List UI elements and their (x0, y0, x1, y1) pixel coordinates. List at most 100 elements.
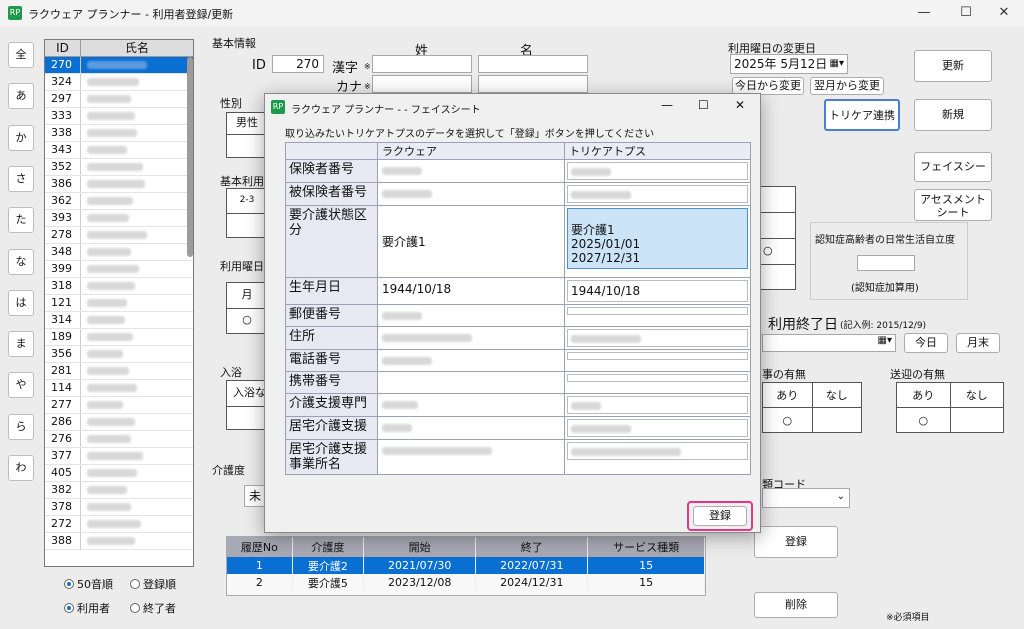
tricare-value-cell[interactable] (564, 393, 751, 417)
user-list-row[interactable]: 362 (45, 193, 193, 210)
code-select[interactable]: ⌄ (762, 488, 850, 508)
user-list-row[interactable]: 189 (45, 329, 193, 346)
basic-use-value[interactable]: 2-3 (227, 189, 267, 214)
meal-table[interactable]: あり なし ○ (762, 382, 862, 433)
name-column-header[interactable]: 氏名 (81, 40, 193, 56)
filter-user-radio[interactable]: 利用者 (64, 600, 110, 616)
kana-button[interactable]: は (8, 289, 34, 316)
maximize-button[interactable]: ☐ (946, 0, 986, 26)
dialog-close-button[interactable]: ✕ (735, 98, 745, 112)
sort-reg-radio[interactable]: 登録順 (130, 576, 176, 592)
kana-button[interactable]: や (8, 372, 34, 399)
user-list-row[interactable]: 286 (45, 414, 193, 431)
id-column-header[interactable]: ID (45, 40, 81, 56)
tricare-value-cell[interactable]: 要介護1 2025/01/01 2027/12/31 (564, 205, 751, 278)
history-row[interactable]: 1 要介護2 2021/07/30 2022/07/31 15 (227, 557, 705, 574)
kana-button[interactable]: 全 (8, 42, 34, 68)
kana-mei-field[interactable] (478, 75, 588, 93)
pickup-ari-mark[interactable]: ○ (896, 407, 951, 433)
assessment-sheet-button[interactable]: アセスメント シート (914, 189, 992, 221)
tricare-value[interactable] (567, 162, 748, 180)
user-list-row[interactable]: 281 (45, 363, 193, 380)
care-history-table[interactable]: 履歴No 介護度 開始 終了 サービス種類 1 要介護2 2021/07/30 2022/07… (226, 536, 706, 596)
meal-nashi-cell[interactable] (811, 407, 862, 433)
partial-mark[interactable]: ○ (761, 239, 795, 265)
register-button[interactable]: 登録 (754, 526, 838, 558)
user-list-row[interactable]: 356 (45, 346, 193, 363)
user-list-row[interactable]: 343 (45, 142, 193, 159)
kana-button[interactable]: ら (8, 413, 34, 440)
dialog-minimize-button[interactable]: — (661, 98, 673, 112)
tricare-value-cell[interactable] (564, 439, 751, 475)
basic-use-table[interactable]: 2-3 (226, 188, 268, 238)
delete-button[interactable]: 削除 (754, 592, 838, 618)
tricare-value[interactable] (567, 185, 748, 203)
kanji-sei-field[interactable] (372, 55, 472, 73)
user-list-row[interactable]: 270 (45, 57, 193, 74)
tricare-value[interactable]: 1944/10/18 (567, 280, 748, 302)
user-list-row[interactable]: 121 (45, 295, 193, 312)
new-button[interactable]: 新規 (914, 99, 992, 131)
tricare-value-cell[interactable] (564, 416, 751, 440)
kana-button[interactable]: さ (8, 165, 34, 192)
face-sheet-button[interactable]: フェイスシート (914, 152, 992, 201)
tricare-value-selected[interactable]: 要介護1 2025/01/01 2027/12/31 (567, 208, 748, 269)
kana-button[interactable]: わ (8, 455, 34, 481)
kana-button[interactable]: た (8, 207, 34, 234)
tricare-value-cell[interactable] (564, 326, 751, 350)
id-field[interactable]: 270 (272, 55, 324, 73)
tricare-value-cell[interactable]: 1944/10/18 (564, 277, 751, 305)
kana-sei-field[interactable] (372, 75, 472, 93)
user-list-row[interactable]: 405 (45, 465, 193, 482)
user-list-row[interactable]: 377 (45, 448, 193, 465)
tricare-value-cell[interactable] (564, 349, 751, 372)
tricare-value[interactable] (567, 329, 748, 347)
kanji-mei-field[interactable] (478, 55, 588, 73)
user-list-row[interactable]: 388 (45, 533, 193, 550)
chevron-down-icon[interactable]: ⌄ (837, 491, 845, 502)
user-list-row[interactable]: 399 (45, 261, 193, 278)
kana-button[interactable]: か (8, 124, 34, 151)
user-list-row[interactable]: 314 (45, 312, 193, 329)
close-button[interactable]: ✕ (984, 0, 1024, 26)
dialog-register-button[interactable]: 登録 (693, 506, 747, 526)
change-date-picker[interactable]: 2025年 5月12日 ▦▾ (730, 54, 848, 74)
user-list-row[interactable]: 386 (45, 176, 193, 193)
gender-male[interactable]: 男性 (227, 113, 267, 135)
next-month-change-button[interactable]: 翌月から変更 (810, 77, 884, 95)
gender-table[interactable]: 男性 (226, 112, 268, 158)
day-mon-mark[interactable]: ○ (227, 309, 267, 333)
user-list-row[interactable]: 114 (45, 380, 193, 397)
sort-kana-radio[interactable]: 50音順 (64, 576, 113, 592)
tricare-link-button[interactable]: トリケア連携 (824, 99, 900, 131)
days-table[interactable]: 月 ○ (226, 282, 268, 334)
kana-button[interactable]: あ (8, 83, 34, 110)
user-list-row[interactable]: 333 (45, 108, 193, 125)
today-button[interactable]: 今日 (904, 333, 948, 353)
bath-table[interactable]: 入浴な (226, 380, 268, 430)
update-button[interactable]: 更新 (914, 50, 992, 82)
user-list-row[interactable]: 378 (45, 499, 193, 516)
kana-button[interactable]: な (8, 248, 34, 275)
user-list-row[interactable]: 272 (45, 516, 193, 533)
user-list[interactable]: ID 氏名 270 324 297 333 338 343 352 386 362 393 278 3… (44, 39, 194, 567)
user-list-row[interactable]: 277 (45, 397, 193, 414)
calendar-icon[interactable]: ▦▾ (830, 55, 844, 73)
month-end-button[interactable]: 月末 (956, 333, 1000, 353)
pickup-nashi-cell[interactable] (949, 407, 1004, 433)
history-row[interactable]: 2 要介護5 2023/12/08 2024/12/31 15 (227, 574, 705, 591)
tricare-value[interactable] (567, 442, 748, 460)
tricare-value[interactable] (567, 307, 748, 315)
user-list-row[interactable]: 338 (45, 125, 193, 142)
end-date-picker[interactable]: ▦▾ (762, 334, 896, 352)
dementia-field[interactable] (857, 255, 915, 271)
end-calendar-icon[interactable]: ▦▾ (878, 335, 892, 346)
user-list-row[interactable]: 276 (45, 431, 193, 448)
meal-ari-mark[interactable]: ○ (762, 407, 813, 433)
tricare-value-cell[interactable] (564, 182, 751, 206)
tricare-value-cell[interactable] (564, 371, 751, 394)
user-list-row[interactable]: 297 (45, 91, 193, 108)
tricare-value[interactable] (567, 374, 748, 382)
tricare-value-cell[interactable] (564, 304, 751, 327)
user-list-row[interactable]: 382 (45, 482, 193, 499)
